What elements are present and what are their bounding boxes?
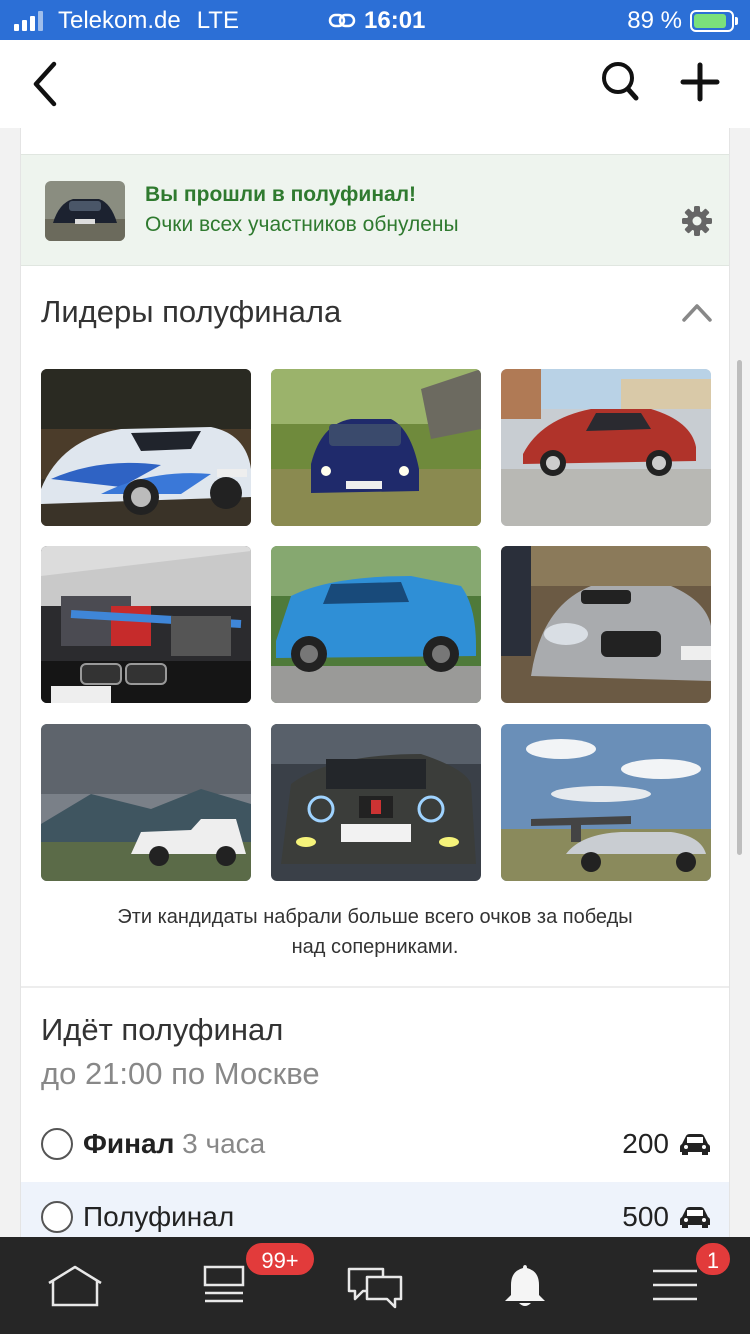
caption-line-2: над соперниками. (291, 936, 459, 958)
feed-icon[interactable] (195, 1263, 255, 1309)
semifinal-title: Идёт полуфинал (41, 1012, 284, 1047)
chevron-left-icon[interactable] (26, 60, 66, 108)
car-icon (680, 1134, 710, 1155)
option-final[interactable]: Финал 3 часа 200 (21, 1109, 729, 1179)
leader-photo-9[interactable] (501, 724, 711, 881)
option-final-price: 200 (622, 1128, 669, 1159)
leader-photo-8[interactable] (271, 724, 481, 881)
leader-photo-7[interactable] (41, 724, 251, 881)
notifications-icon[interactable] (495, 1263, 555, 1309)
plus-icon[interactable] (680, 62, 720, 102)
caption-line-1: Эти кандидаты набрали больше всего очков… (117, 906, 633, 928)
leader-photo-1[interactable] (41, 369, 251, 526)
feed-badge: 99+ (244, 1241, 316, 1277)
notice-subtitle: Очки всех участников обнулены (145, 213, 459, 236)
divider (21, 986, 729, 988)
radio-final[interactable] (41, 1128, 73, 1160)
option-final-name: Финал (83, 1128, 175, 1159)
menu-icon[interactable] (645, 1263, 705, 1309)
battery-icon (690, 10, 738, 32)
search-icon[interactable] (600, 60, 640, 104)
leader-photo-5[interactable] (271, 546, 481, 703)
chevron-up-icon[interactable] (681, 300, 713, 324)
nav-bar (0, 40, 750, 128)
contest-card: Вы прошли в полуфинал! Очки всех участни… (20, 128, 730, 1252)
notifications-badge: 1 (694, 1241, 732, 1277)
network-label: LTE (196, 7, 239, 34)
leaders-title: Лидеры полуфинала (41, 294, 342, 329)
carrier-label: Telekom.de (58, 7, 181, 34)
scrollbar[interactable] (737, 360, 742, 855)
gear-icon[interactable] (681, 205, 713, 237)
car-icon (680, 1207, 710, 1228)
leader-photo-3[interactable] (501, 369, 711, 526)
leaders-caption: Эти кандидаты набрали больше всего очков… (21, 902, 729, 962)
signal-icon (14, 11, 46, 31)
leader-photo-4[interactable] (41, 546, 251, 703)
radio-semifinal[interactable] (41, 1201, 73, 1233)
messages-icon[interactable] (345, 1263, 405, 1309)
clock: 16:01 (364, 7, 426, 34)
status-bar: Telekom.de LTE 16:01 89 % (0, 0, 750, 40)
option-semifinal-name: Полуфинал (83, 1201, 235, 1232)
car-thumbnail[interactable] (45, 181, 125, 241)
semifinal-deadline: до 21:00 по Москве (41, 1056, 320, 1091)
home-icon[interactable] (45, 1263, 105, 1309)
leader-photo-6[interactable] (501, 546, 711, 703)
semifinal-notice: Вы прошли в полуфинал! Очки всех участни… (21, 154, 729, 266)
battery-percent: 89 % (627, 7, 682, 34)
tab-bar: 99+ 1 (0, 1237, 750, 1334)
notice-title: Вы прошли в полуфинал! (145, 183, 417, 206)
leader-photo-2[interactable] (271, 369, 481, 526)
option-semifinal-price: 500 (622, 1201, 669, 1232)
link-icon (328, 13, 356, 28)
option-final-duration: 3 часа (182, 1128, 266, 1159)
